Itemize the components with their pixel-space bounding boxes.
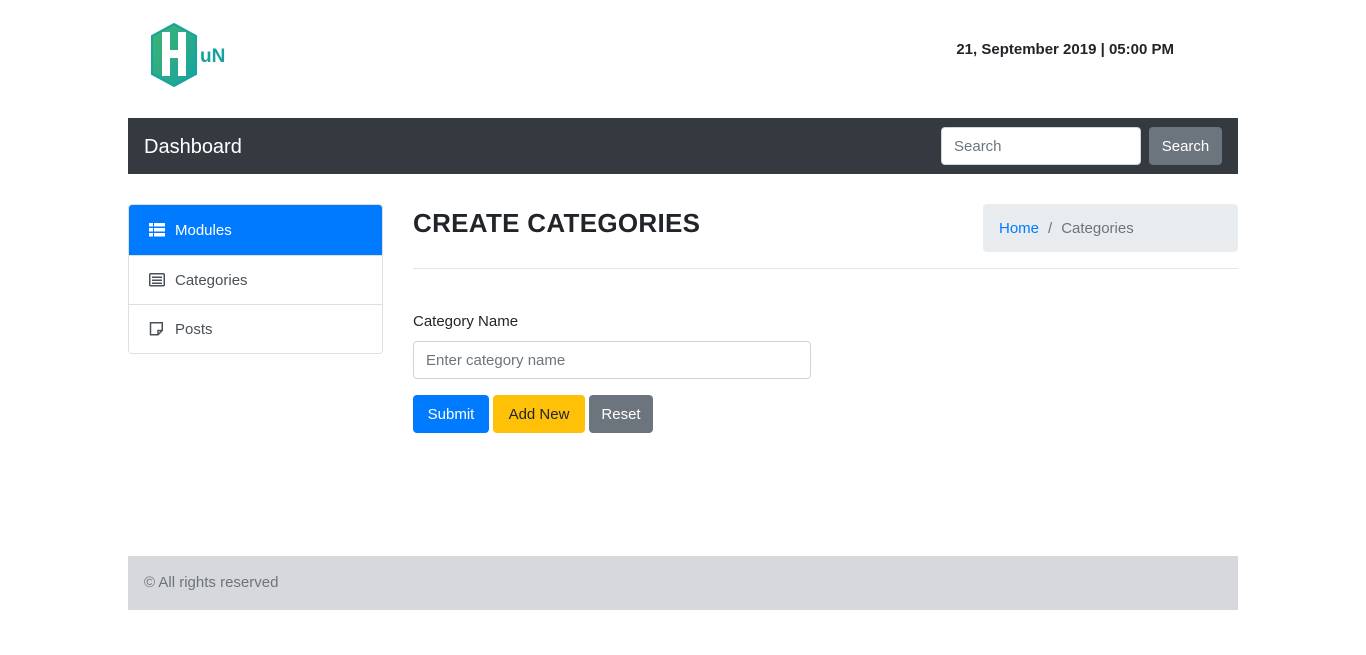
page-title: CREATE CATEGORIES bbox=[413, 208, 701, 238]
divider bbox=[413, 268, 1238, 269]
submit-button[interactable]: Submit bbox=[413, 395, 489, 433]
footer-copyright: © All rights reserved bbox=[144, 574, 279, 591]
breadcrumb-current: Categories bbox=[1061, 219, 1134, 237]
navbar-brand[interactable]: Dashboard bbox=[144, 134, 242, 160]
sidebar-item-label: Posts bbox=[175, 320, 213, 338]
logo-icon: uN bbox=[151, 22, 225, 88]
sidebar-item-posts[interactable]: Posts bbox=[129, 304, 382, 353]
breadcrumb: Home / Categories bbox=[983, 204, 1238, 252]
site-header: uN 21, September 2019 | 05:00 PM bbox=[128, 0, 1238, 118]
table-icon bbox=[149, 223, 165, 237]
reset-button[interactable]: Reset bbox=[589, 395, 653, 433]
category-name-label: Category Name bbox=[413, 313, 519, 330]
sidebar: Modules Categories Posts bbox=[128, 204, 383, 354]
sidebar-item-label: Categories bbox=[175, 271, 248, 289]
logo-text: uN bbox=[200, 46, 225, 67]
breadcrumb-separator: / bbox=[1048, 219, 1053, 237]
list-icon bbox=[149, 273, 165, 287]
footer: © All rights reserved bbox=[128, 556, 1238, 610]
category-name-input[interactable] bbox=[413, 341, 811, 379]
sidebar-item-categories[interactable]: Categories bbox=[129, 255, 382, 304]
note-icon bbox=[149, 322, 163, 336]
sidebar-item-modules[interactable]: Modules bbox=[129, 205, 382, 255]
navbar: Dashboard Search bbox=[128, 118, 1238, 174]
breadcrumb-home-link[interactable]: Home bbox=[999, 220, 1039, 237]
add-new-button[interactable]: Add New bbox=[493, 395, 585, 433]
date-time: 21, September 2019 | 05:00 PM bbox=[956, 41, 1174, 58]
search-input[interactable] bbox=[941, 127, 1141, 165]
search-button[interactable]: Search bbox=[1149, 127, 1222, 165]
sidebar-item-label: Modules bbox=[175, 221, 232, 239]
logo[interactable]: uN bbox=[144, 22, 234, 88]
